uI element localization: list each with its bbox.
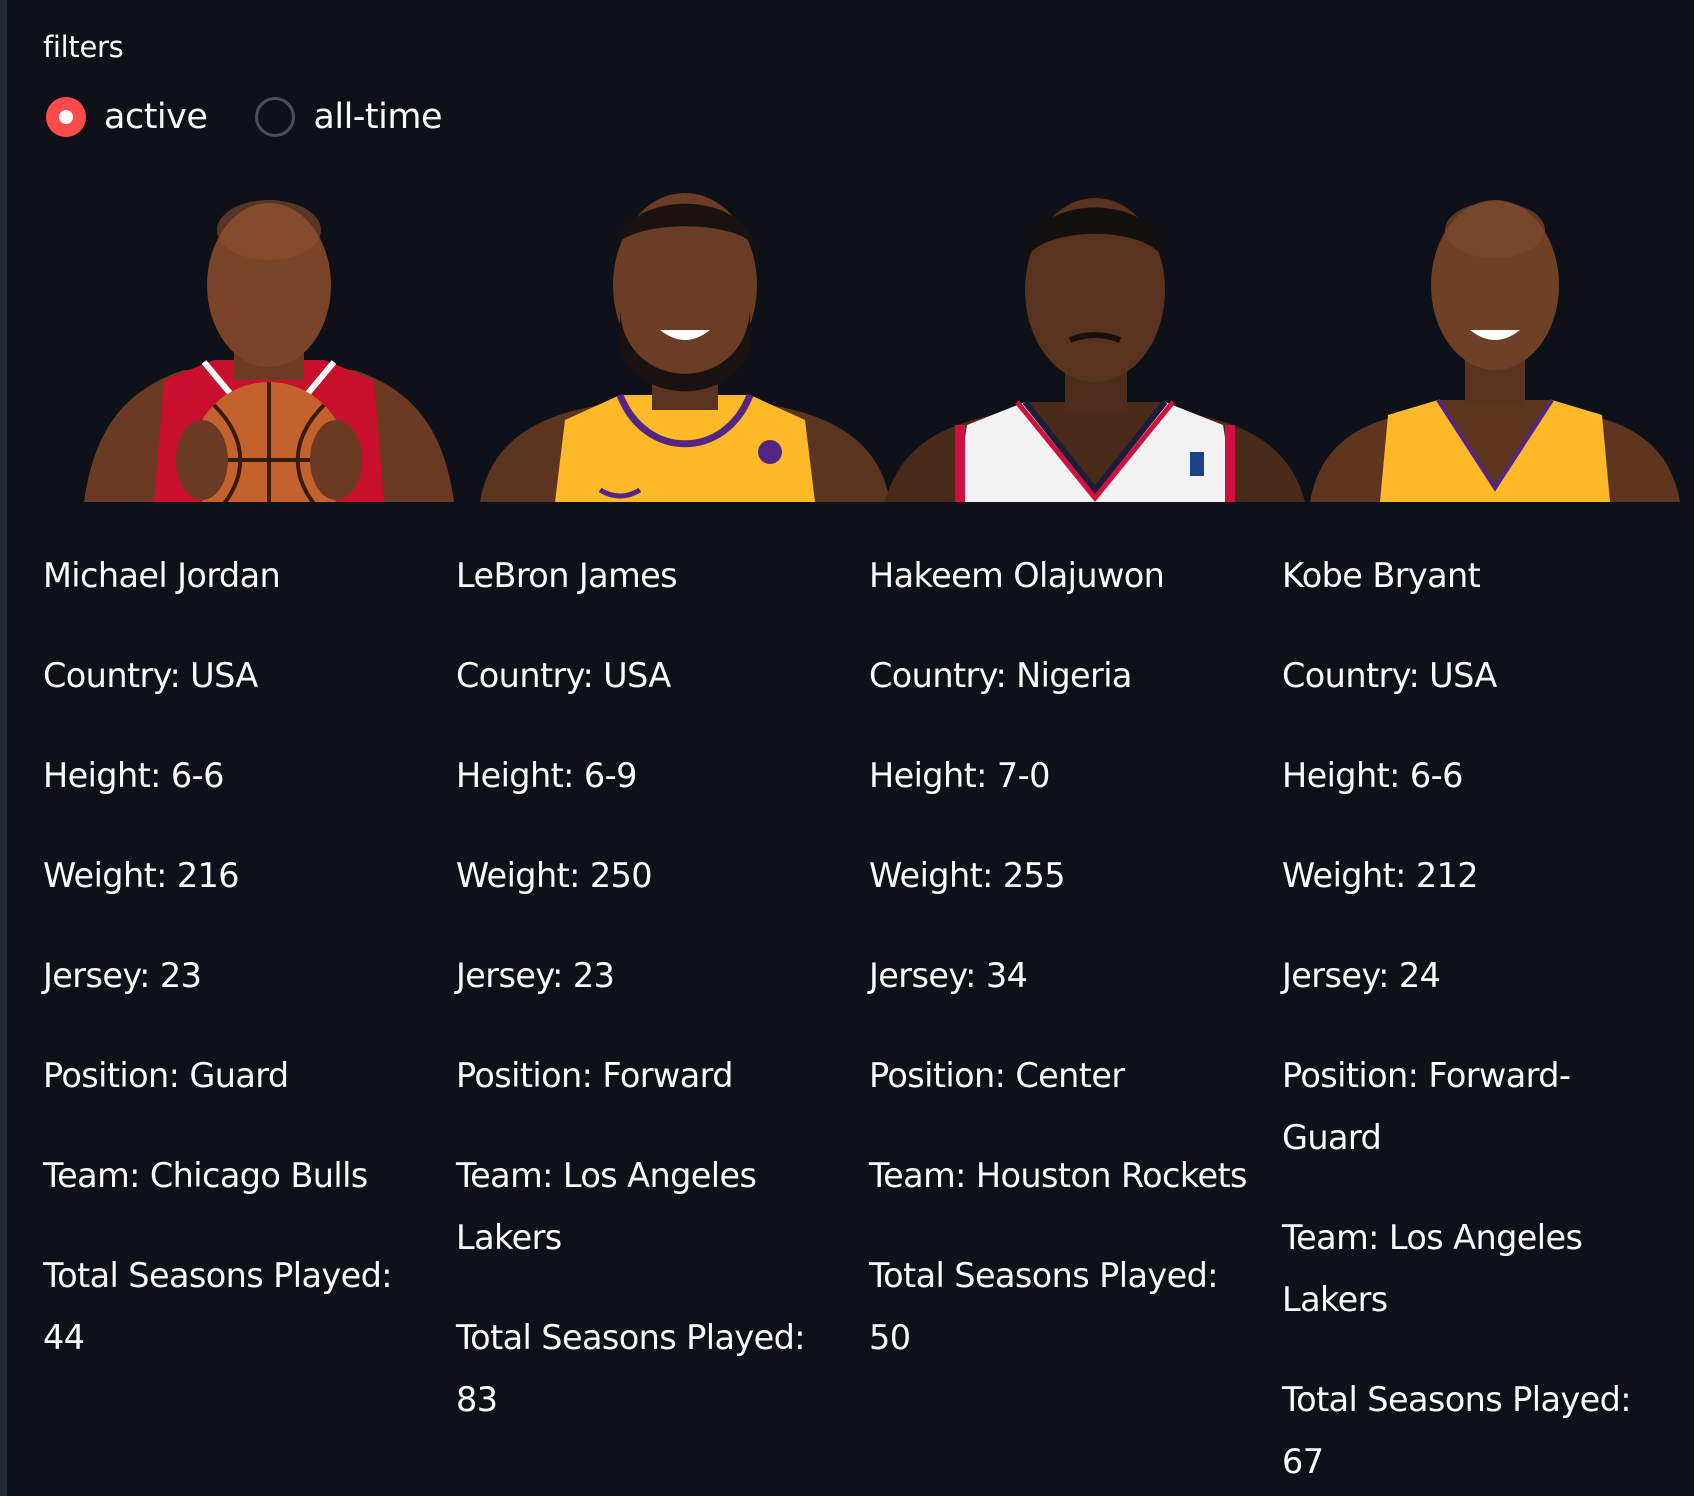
player-card-4: Kobe Bryant Country: USA Height: 6-6 Wei… xyxy=(1282,545,1662,1496)
player-height: Height: 6-6 xyxy=(43,756,224,795)
player-position: Position: Guard xyxy=(43,1056,289,1095)
player-seasons: Total Seasons Played: 83 xyxy=(456,1318,806,1419)
player-height: Height: 6-9 xyxy=(456,756,637,795)
player-country: Country: Nigeria xyxy=(869,656,1132,695)
player-seasons: Total Seasons Played: 67 xyxy=(1282,1380,1632,1481)
player-portraits xyxy=(0,190,1694,502)
player-country: Country: USA xyxy=(43,656,258,695)
radio-all-time-label: all-time xyxy=(313,97,442,137)
player-jersey: Jersey: 23 xyxy=(43,956,202,995)
player-country: Country: USA xyxy=(456,656,671,695)
player-name: Hakeem Olajuwon xyxy=(869,556,1165,595)
radio-active[interactable]: active xyxy=(46,97,208,137)
player-card-1: Michael Jordan Country: USA Height: 6-6 … xyxy=(43,545,423,1407)
player-team: Team: Los Angeles Lakers xyxy=(456,1156,757,1257)
player-team: Team: Los Angeles Lakers xyxy=(1282,1218,1583,1319)
player-position: Position: Forward xyxy=(456,1056,733,1095)
player-name: LeBron James xyxy=(456,556,678,595)
player-photo-kobe-bryant xyxy=(1310,190,1680,502)
radio-unselected-icon[interactable] xyxy=(255,97,296,137)
player-weight: Weight: 255 xyxy=(869,856,1066,895)
radio-all-time[interactable]: all-time xyxy=(255,97,442,137)
player-country: Country: USA xyxy=(1282,656,1497,695)
player-team: Team: Houston Rockets xyxy=(869,1156,1247,1195)
player-height: Height: 6-6 xyxy=(1282,756,1463,795)
player-card-2: LeBron James Country: USA Height: 6-9 We… xyxy=(456,545,836,1469)
radio-active-label: active xyxy=(104,97,208,137)
player-seasons: Total Seasons Played: 50 xyxy=(869,1256,1219,1357)
player-card-3: Hakeem Olajuwon Country: Nigeria Height:… xyxy=(869,545,1249,1407)
player-height: Height: 7-0 xyxy=(869,756,1050,795)
player-photo-michael-jordan xyxy=(84,190,454,502)
player-weight: Weight: 212 xyxy=(1282,856,1479,895)
player-jersey: Jersey: 23 xyxy=(456,956,615,995)
radio-selected-icon[interactable] xyxy=(46,97,86,137)
filters-label: filters xyxy=(43,30,124,64)
player-position: Position: Center xyxy=(869,1056,1125,1095)
player-jersey: Jersey: 34 xyxy=(869,956,1028,995)
player-name: Kobe Bryant xyxy=(1282,556,1481,595)
player-name: Michael Jordan xyxy=(43,556,281,595)
player-weight: Weight: 250 xyxy=(456,856,653,895)
player-weight: Weight: 216 xyxy=(43,856,240,895)
player-photo-lebron-james xyxy=(480,190,890,502)
player-position: Position: Forward-Guard xyxy=(1282,1056,1571,1157)
player-jersey: Jersey: 24 xyxy=(1282,956,1441,995)
player-photo-hakeem-olajuwon xyxy=(885,190,1305,502)
player-team: Team: Chicago Bulls xyxy=(43,1156,368,1195)
player-seasons: Total Seasons Played: 44 xyxy=(43,1256,393,1357)
filter-radio-group: active all-time xyxy=(46,97,490,137)
